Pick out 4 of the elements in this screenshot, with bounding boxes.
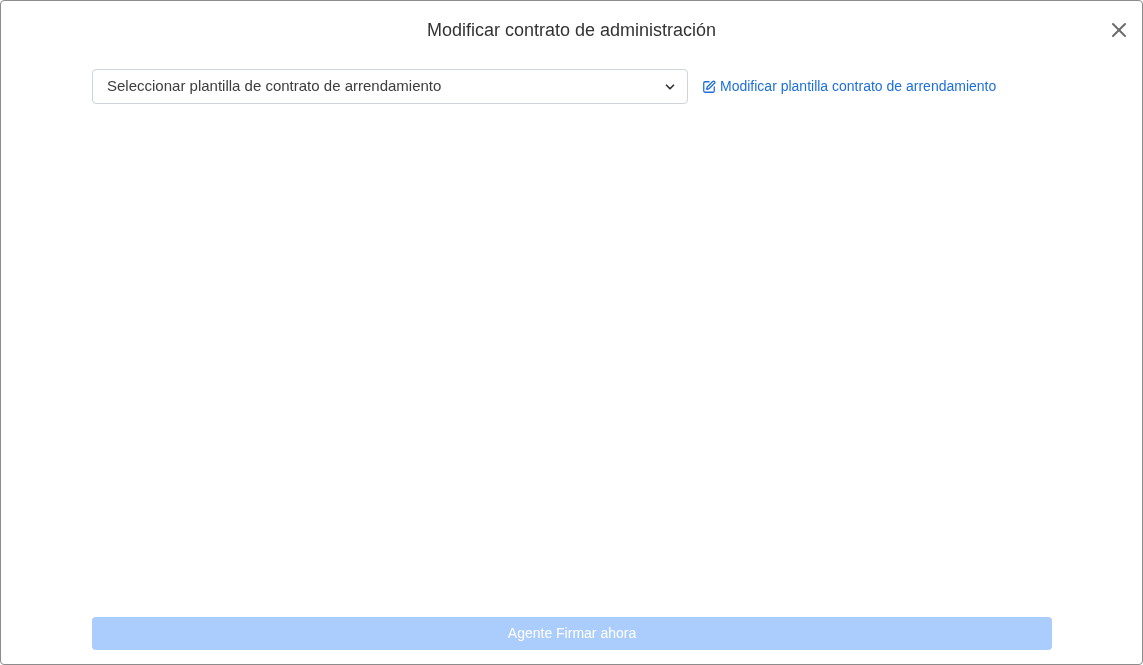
template-select[interactable]: Seleccionar plantilla de contrato de arrendamiento: [92, 69, 688, 104]
modal-title: Modificar contrato de administración: [426, 18, 717, 42]
pencil-square-icon: [702, 79, 716, 94]
edit-template-link[interactable]: Modificar plantilla contrato de arrendamiento: [702, 76, 997, 97]
